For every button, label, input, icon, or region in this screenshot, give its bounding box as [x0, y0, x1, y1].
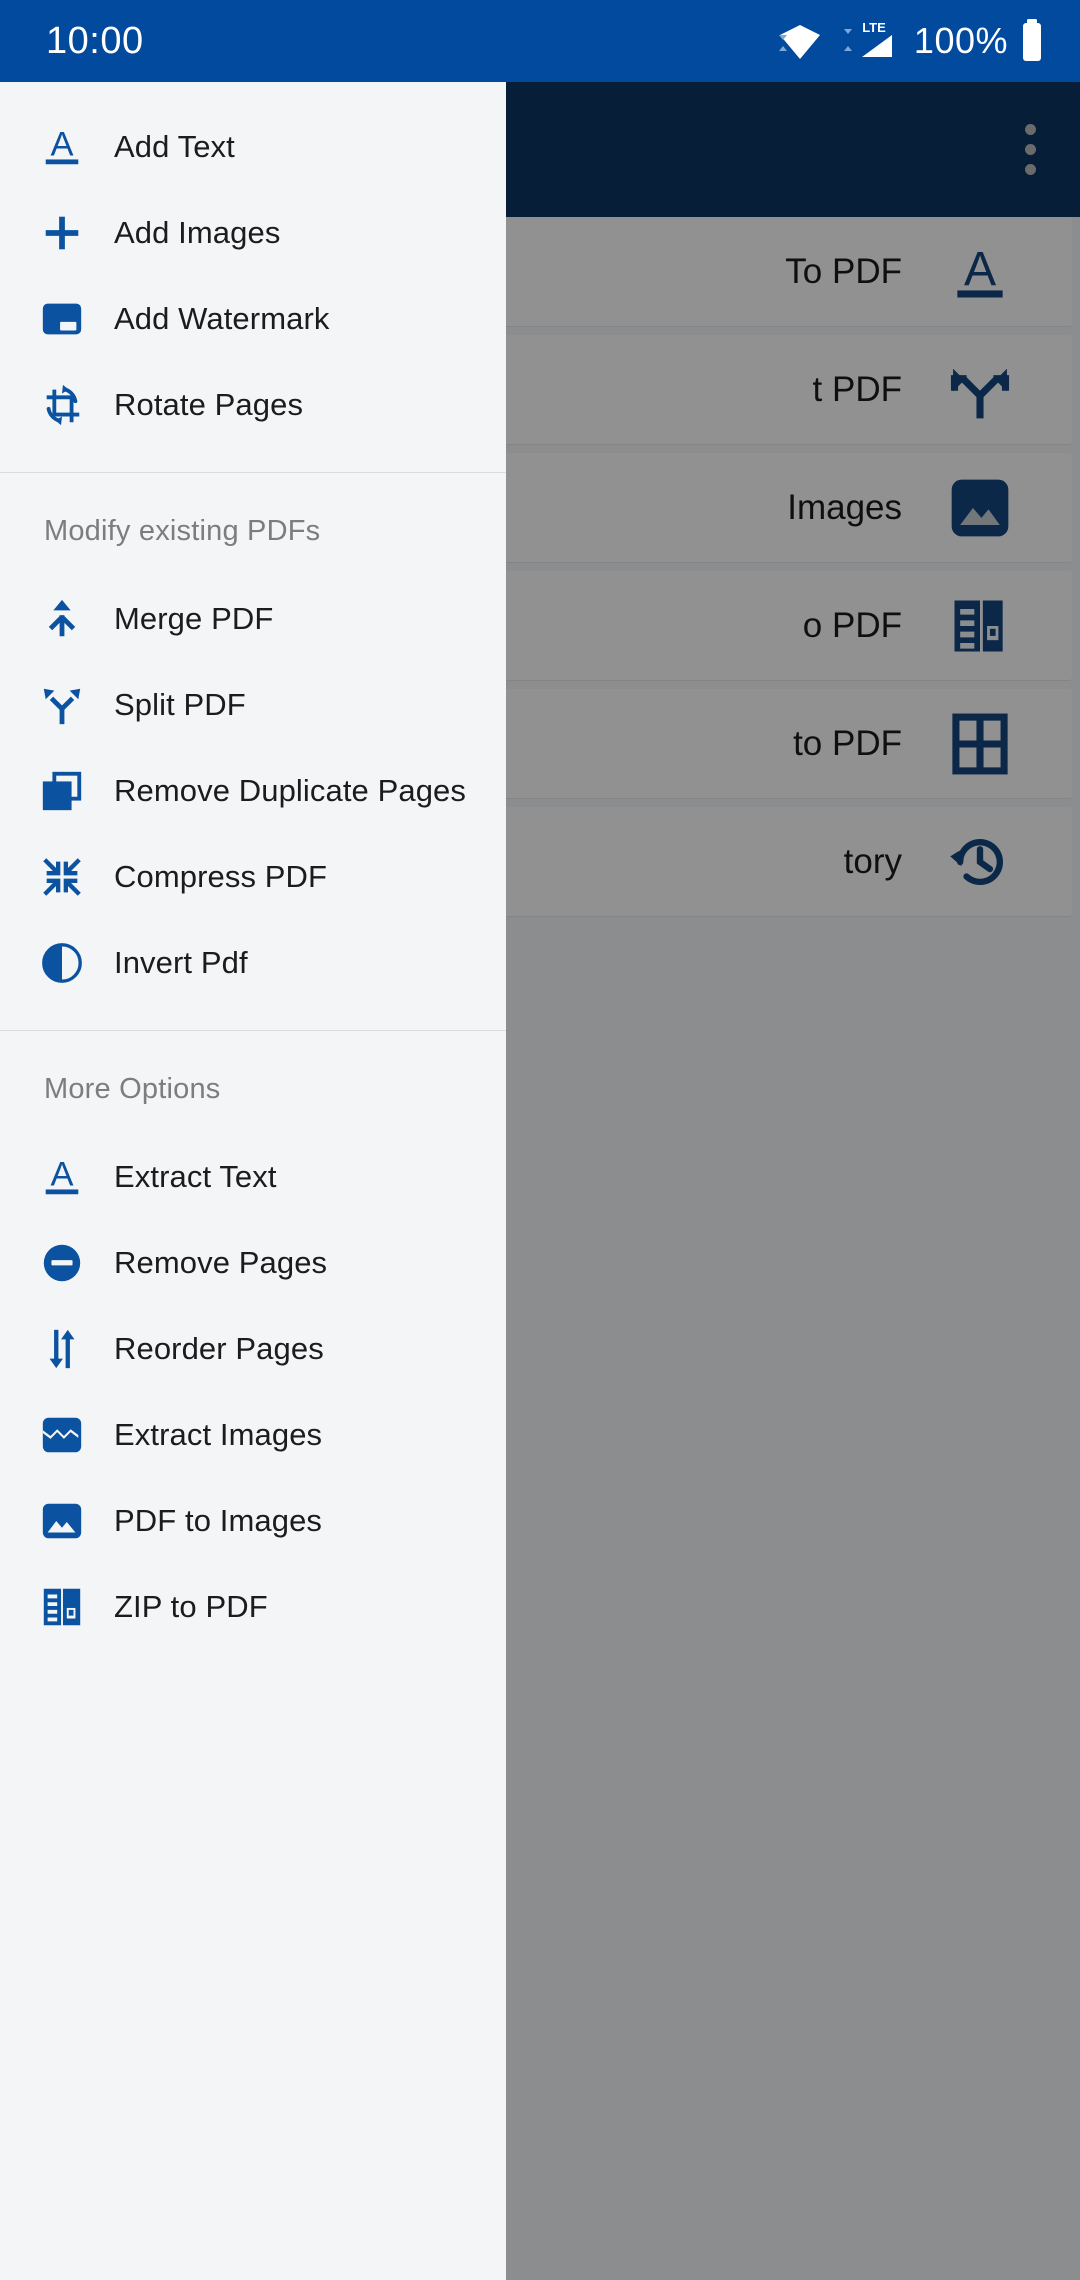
svg-text:A: A — [964, 241, 997, 295]
tool-card-label: Images — [787, 487, 902, 527]
tool-card-label: tory — [843, 841, 902, 881]
drawer-item-label: PDF to Images — [114, 1503, 323, 1538]
svg-text:A: A — [50, 126, 73, 164]
text-format-icon: A — [22, 119, 102, 175]
drawer-item-label: Extract Text — [114, 1159, 277, 1194]
drawer-section-header: Modify existing PDFs — [44, 515, 321, 547]
navigation-drawer[interactable]: A Add Text Add Images Add Watermark Rota… — [0, 82, 506, 2280]
battery-icon — [1018, 18, 1046, 64]
drawer-item-split-pdf[interactable]: Split PDF — [0, 662, 506, 748]
lte-signal-icon: LTE — [834, 19, 904, 63]
call-split-icon — [946, 356, 1014, 424]
broken-image-icon — [22, 1407, 102, 1463]
drawer-item-remove-pages[interactable]: Remove Pages — [0, 1220, 506, 1306]
history-icon — [946, 828, 1014, 896]
drawer-item-add-text[interactable]: A Add Text — [0, 104, 506, 190]
drawer-item-label: Add Watermark — [114, 301, 330, 336]
svg-text:A: A — [50, 1156, 73, 1194]
drawer-item-label: ZIP to PDF — [114, 1589, 268, 1624]
drawer-section-header: More Options — [44, 1073, 221, 1105]
watermark-icon — [22, 291, 102, 347]
drawer-item-label: Reorder Pages — [114, 1331, 324, 1366]
wifi-icon — [776, 19, 824, 63]
drawer-item-rotate-pages[interactable]: Rotate Pages — [0, 362, 506, 448]
status-icons: LTE 100% — [776, 18, 1046, 64]
drawer-item-label: Remove Duplicate Pages — [114, 773, 466, 808]
drawer-item-label: Rotate Pages — [114, 387, 304, 422]
status-bar: 10:00 LTE 100% — [0, 0, 1080, 82]
swap-vert-icon — [22, 1321, 102, 1377]
drawer-group-modify: Modify existing PDFs Merge PDF Split PDF… — [0, 473, 506, 1006]
drawer-item-reorder-pages[interactable]: Reorder Pages — [0, 1306, 506, 1392]
image-icon — [22, 1493, 102, 1549]
tool-card-label: t PDF — [812, 369, 902, 409]
compress-icon — [22, 849, 102, 905]
text-format-icon: A — [946, 238, 1014, 306]
drawer-group-more: More Options A Extract Text Remove Pages — [0, 1031, 506, 1650]
plus-icon — [22, 205, 102, 261]
tool-card-label: to PDF — [793, 723, 902, 763]
zip-icon — [22, 1579, 102, 1635]
drawer-item-label: Merge PDF — [114, 601, 274, 636]
image-icon — [946, 474, 1014, 542]
drawer-item-label: Add Text — [114, 129, 235, 164]
drawer-item-label: Compress PDF — [114, 859, 328, 894]
tool-card-label: o PDF — [802, 605, 902, 645]
drawer-item-label: Invert Pdf — [114, 945, 248, 980]
call-split-icon — [22, 677, 102, 733]
remove-circle-icon — [22, 1235, 102, 1291]
grid-four-icon — [946, 710, 1014, 778]
svg-text:LTE: LTE — [862, 20, 886, 35]
battery-percent-label: 100% — [913, 20, 1008, 61]
drawer-item-label: Add Images — [114, 215, 281, 250]
drawer-item-pdf-to-images[interactable]: PDF to Images — [0, 1478, 506, 1564]
drawer-item-add-watermark[interactable]: Add Watermark — [0, 276, 506, 362]
copy-icon — [22, 763, 102, 819]
more-vert-icon[interactable] — [1013, 112, 1048, 187]
drawer-item-zip-to-pdf[interactable]: ZIP to PDF — [0, 1564, 506, 1650]
drawer-group-create: A Add Text Add Images Add Watermark Rota… — [0, 104, 506, 448]
tool-card-label: To PDF — [785, 251, 902, 291]
drawer-item-extract-text[interactable]: A Extract Text — [0, 1134, 506, 1220]
text-format-icon: A — [22, 1149, 102, 1205]
drawer-item-invert-pdf[interactable]: Invert Pdf — [0, 920, 506, 1006]
drawer-item-merge-pdf[interactable]: Merge PDF — [0, 576, 506, 662]
drawer-item-extract-images[interactable]: Extract Images — [0, 1392, 506, 1478]
call-merge-icon — [22, 591, 102, 647]
contrast-icon — [22, 935, 102, 991]
status-clock: 10:00 — [46, 19, 144, 62]
drawer-item-label: Split PDF — [114, 687, 246, 722]
drawer-item-add-images[interactable]: Add Images — [0, 190, 506, 276]
drawer-item-compress-pdf[interactable]: Compress PDF — [0, 834, 506, 920]
zip-icon — [946, 592, 1014, 660]
crop-rotate-icon — [22, 377, 102, 433]
drawer-item-label: Extract Images — [114, 1417, 323, 1452]
drawer-item-label: Remove Pages — [114, 1245, 328, 1280]
drawer-item-remove-duplicate-pages[interactable]: Remove Duplicate Pages — [0, 748, 506, 834]
